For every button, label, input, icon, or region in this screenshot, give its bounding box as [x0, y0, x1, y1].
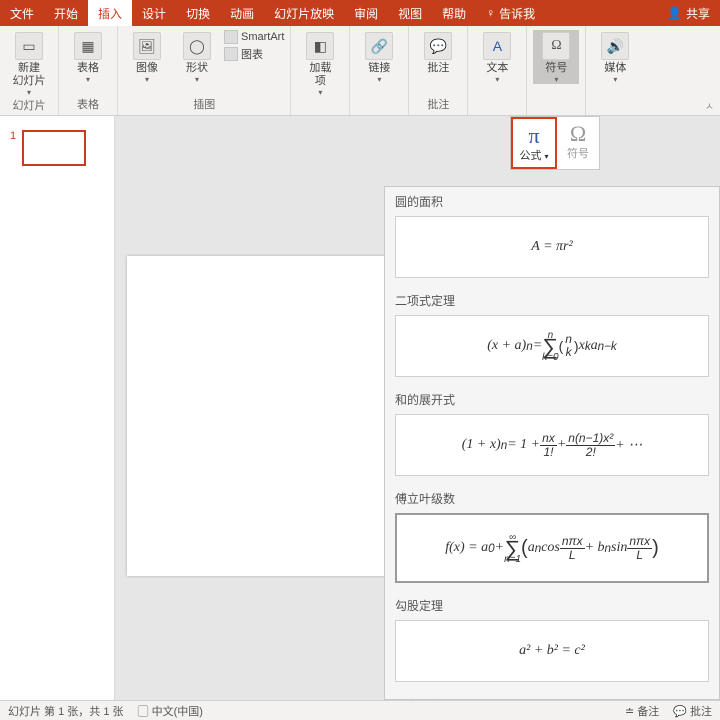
group-label-addins — [297, 112, 343, 113]
group-addins: ◧ 加载 项 — [291, 26, 350, 115]
lang-icon: ▢ — [138, 706, 149, 718]
images-icon: 🖼 — [133, 32, 161, 60]
addins-button[interactable]: ◧ 加载 项 — [297, 30, 343, 97]
media-button[interactable]: 🔊 媒体 — [592, 30, 638, 84]
addins-icon: ◧ — [306, 32, 334, 60]
thumbnail-number: 1 — [10, 130, 16, 166]
lightbulb-icon: ♀ — [486, 6, 495, 20]
tab-review[interactable]: 审阅 — [344, 0, 388, 26]
tab-insert[interactable]: 插入 — [88, 0, 132, 26]
section-fourier: 傅立叶级数 — [385, 484, 719, 511]
omega-icon: Ω — [542, 32, 570, 60]
status-comments[interactable]: 💬 批注 — [673, 703, 712, 719]
symbols-button[interactable]: Ω 符号 — [533, 30, 579, 84]
tab-share[interactable]: 👤共享 — [657, 0, 720, 26]
formula-circle-area[interactable]: A = πr² — [395, 216, 709, 278]
symbols-submenu: π 公式 ▾ Ω 符号 — [510, 116, 600, 170]
status-slide-count: 幻灯片 第 1 张，共 1 张 — [8, 703, 124, 719]
chart-icon — [224, 47, 238, 61]
group-illustrations: 🖼 图像 ◯ 形状 SmartArt 图表 插图 — [118, 26, 291, 115]
section-sum-expansion: 和的展开式 — [385, 385, 719, 412]
omega-icon: Ω — [570, 123, 586, 145]
group-comments: 💬 批注 批注 — [409, 26, 468, 115]
status-lang[interactable]: ▢ 中文(中国) — [138, 703, 203, 719]
table-icon: ▦ — [74, 32, 102, 60]
tab-design[interactable]: 设计 — [132, 0, 176, 26]
slide-thumbnails: 1 — [0, 116, 115, 700]
images-button[interactable]: 🖼 图像 — [124, 30, 170, 84]
share-icon: 👤 — [667, 6, 682, 20]
status-notes[interactable]: ≐ 备注 — [625, 703, 659, 719]
section-binomial: 二项式定理 — [385, 286, 719, 313]
group-media: 🔊 媒体 — [586, 26, 644, 115]
smartart-icon — [224, 30, 238, 44]
shapes-button[interactable]: ◯ 形状 — [174, 30, 220, 84]
media-icon: 🔊 — [601, 32, 629, 60]
group-tables: ▦ 表格 表格 — [59, 26, 118, 115]
section-pythagoras: 勾股定理 — [385, 591, 719, 618]
tab-transition[interactable]: 切换 — [176, 0, 220, 26]
tab-slideshow[interactable]: 幻灯片放映 — [264, 0, 344, 26]
tab-home[interactable]: 开始 — [44, 0, 88, 26]
text-button[interactable]: A 文本 — [474, 30, 520, 84]
smartart-button[interactable]: SmartArt — [224, 30, 284, 44]
thumbnail-1[interactable]: 1 — [10, 130, 104, 166]
menu-bar: 文件 开始 插入 设计 切换 动画 幻灯片放映 审阅 视图 帮助 ♀告诉我 👤共… — [0, 0, 720, 26]
table-button[interactable]: ▦ 表格 — [65, 30, 111, 84]
pi-icon: π — [528, 125, 539, 147]
group-label-tables: 表格 — [65, 96, 111, 113]
chart-button[interactable]: 图表 — [224, 46, 284, 62]
group-label-illustrations: 插图 — [124, 96, 284, 113]
group-links: 🔗 链接 — [350, 26, 409, 115]
new-slide-button[interactable]: ▭ 新建 幻灯片 — [6, 30, 52, 97]
comment-icon: 💬 — [424, 32, 452, 60]
thumbnail-preview — [22, 130, 86, 166]
ribbon-collapse-icon[interactable]: ㅅ — [705, 98, 714, 113]
equation-gallery: 圆的面积 A = πr² 二项式定理 (x + a)n = n∑k=0 (nk)… — [384, 186, 720, 700]
group-text: A 文本 — [468, 26, 527, 115]
group-label-comments: 批注 — [415, 96, 461, 113]
links-icon: 🔗 — [365, 32, 393, 60]
shapes-icon: ◯ — [183, 32, 211, 60]
formula-binomial[interactable]: (x + a)n = n∑k=0 (nk) xkan−k — [395, 315, 709, 377]
tab-help[interactable]: 帮助 — [432, 0, 476, 26]
symbol-button[interactable]: Ω 符号 — [557, 117, 599, 169]
ribbon: ▭ 新建 幻灯片 幻灯片 ▦ 表格 表格 🖼 图像 ◯ 形状 SmartArt — [0, 26, 720, 116]
new-slide-icon: ▭ — [15, 32, 43, 60]
slide-canvas[interactable] — [127, 256, 387, 576]
group-label-links — [356, 112, 402, 113]
group-label-media — [592, 112, 638, 113]
tab-tellme[interactable]: ♀告诉我 — [476, 0, 545, 26]
formula-sum-expansion[interactable]: (1 + x)n = 1 + nx1! + n(n−1)x²2! + ⋯ — [395, 414, 709, 476]
comment-button[interactable]: 💬 批注 — [415, 30, 461, 75]
tab-file[interactable]: 文件 — [0, 0, 44, 26]
group-label-symbols — [533, 112, 579, 113]
status-bar: 幻灯片 第 1 张，共 1 张 ▢ 中文(中国) ≐ 备注 💬 批注 — [0, 700, 720, 720]
text-icon: A — [483, 32, 511, 60]
group-slides: ▭ 新建 幻灯片 幻灯片 — [0, 26, 59, 115]
tab-view[interactable]: 视图 — [388, 0, 432, 26]
group-label-text — [474, 112, 520, 113]
links-button[interactable]: 🔗 链接 — [356, 30, 402, 84]
illustration-mini-list: SmartArt 图表 — [224, 30, 284, 62]
formula-pythagoras[interactable]: a² + b² = c² — [395, 620, 709, 682]
group-symbols: Ω 符号 — [527, 26, 586, 115]
tab-animation[interactable]: 动画 — [220, 0, 264, 26]
formula-fourier[interactable]: f(x) = a0 + ∞∑n=1 (an cosnπxL + bn sinnπ… — [395, 513, 709, 583]
equation-button[interactable]: π 公式 ▾ — [511, 117, 557, 169]
section-quadratic: 二次公式 — [385, 690, 719, 700]
section-circle-area: 圆的面积 — [385, 187, 719, 214]
group-label-slides: 幻灯片 — [6, 97, 52, 114]
